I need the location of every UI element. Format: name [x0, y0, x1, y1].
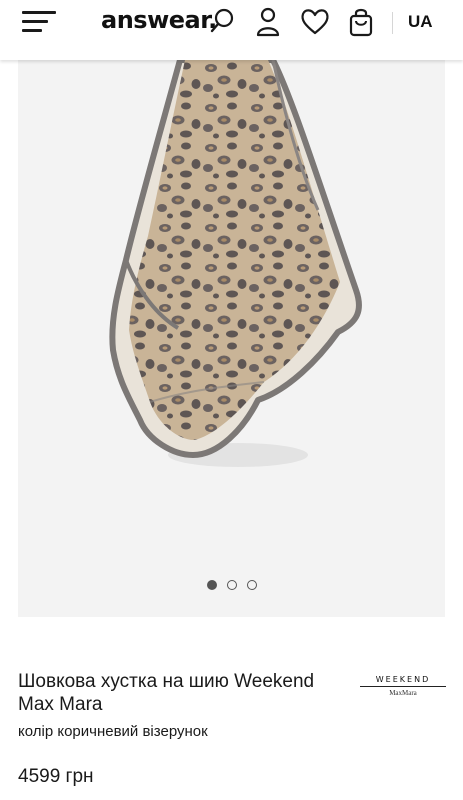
slider-dots	[18, 580, 445, 590]
product-title: Шовкова хустка на шию Weekend Max Mara	[18, 671, 315, 715]
product-image-gallery[interactable]	[18, 60, 445, 617]
slide-dot-3[interactable]	[246, 580, 257, 590]
bag-icon[interactable]	[346, 6, 376, 38]
brand-logo-main: WEEKEND	[360, 675, 446, 687]
heart-icon[interactable]	[299, 6, 331, 38]
logo[interactable]: answear.	[101, 6, 217, 34]
header-divider	[392, 12, 393, 34]
brand-logo[interactable]: WEEKEND MaxMara	[360, 675, 446, 697]
search-icon[interactable]	[208, 6, 238, 38]
slide-dot-2[interactable]	[226, 580, 237, 590]
top-header: answear. UA	[0, 0, 463, 60]
product-price: 4599 грн	[18, 766, 94, 787]
user-icon[interactable]	[253, 6, 283, 38]
slide-dot-1[interactable]	[206, 580, 217, 590]
brand-logo-sub: MaxMara	[389, 689, 417, 697]
menu-icon[interactable]	[22, 10, 56, 34]
product-image	[109, 60, 362, 467]
product-color: колір коричневий візерунок	[18, 723, 208, 740]
language-switch[interactable]: UA	[408, 12, 433, 32]
